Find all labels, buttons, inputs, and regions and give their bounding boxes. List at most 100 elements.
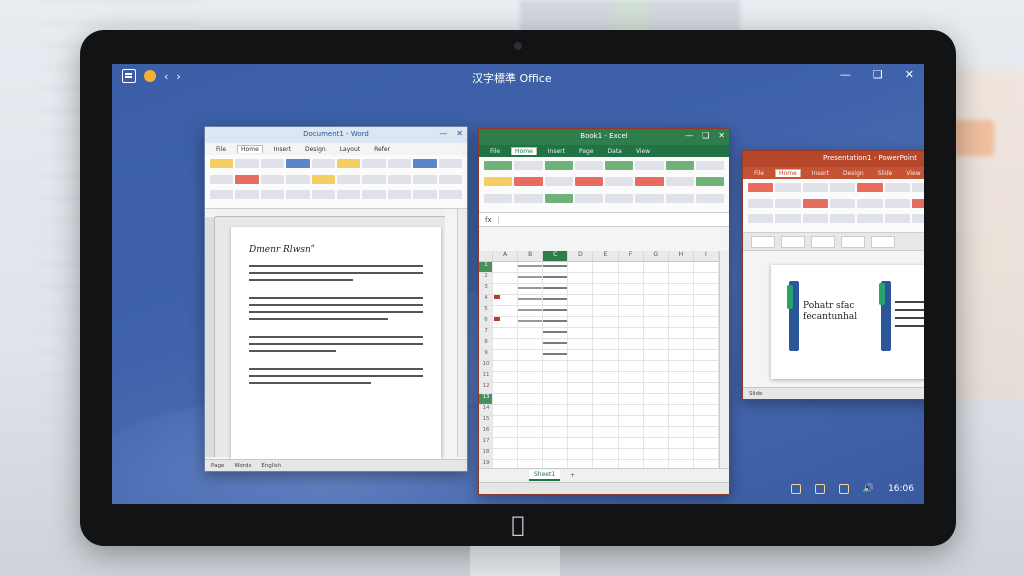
excel-tab-file[interactable]: File: [487, 148, 503, 155]
spreadsheet-cell[interactable]: [593, 372, 619, 382]
ppt-copy-icon[interactable]: [748, 214, 774, 224]
excel-paste-icon[interactable]: [484, 161, 513, 170]
excel-find-icon[interactable]: [695, 193, 724, 203]
row-header[interactable]: 3: [479, 284, 493, 294]
excel-tab-view[interactable]: View: [633, 148, 653, 155]
spreadsheet-cell[interactable]: [568, 405, 594, 415]
word-tab-insert[interactable]: Insert: [271, 146, 294, 153]
spreadsheet-cell[interactable]: [694, 383, 719, 393]
style-heading-icon[interactable]: [413, 159, 437, 168]
spreadsheet-cell[interactable]: [543, 284, 569, 294]
forward-arrow-icon[interactable]: ›: [176, 70, 180, 83]
shading-icon[interactable]: [311, 174, 335, 184]
dictate-icon[interactable]: [413, 190, 437, 200]
spreadsheet-cell[interactable]: [619, 427, 644, 437]
spreadsheet-cell[interactable]: [593, 394, 619, 404]
slide-shape[interactable]: [879, 283, 885, 305]
ppt-bullets-icon[interactable]: [857, 198, 883, 208]
excel-sort-icon[interactable]: [695, 177, 724, 187]
spreadsheet-cell[interactable]: [694, 372, 719, 382]
spreadsheet-cell[interactable]: [619, 350, 644, 360]
menu-icon[interactable]: [122, 69, 136, 83]
spreadsheet-cell[interactable]: [493, 284, 519, 294]
spreadsheet-cell[interactable]: [518, 449, 544, 459]
ppt-status-slide[interactable]: Slide: [749, 391, 762, 397]
spreadsheet-cell[interactable]: [543, 416, 569, 426]
spreadsheet-cell[interactable]: [669, 449, 694, 459]
spreadsheet-cell[interactable]: [644, 383, 669, 393]
ppt-numbering-icon[interactable]: [857, 214, 883, 224]
spreadsheet-cell[interactable]: [493, 339, 519, 349]
spreadsheet-cell[interactable]: [493, 416, 519, 426]
font-color-icon[interactable]: [235, 174, 259, 184]
excel-border-icon[interactable]: [514, 193, 543, 203]
spreadsheet-cell[interactable]: [568, 273, 594, 283]
speaker-icon[interactable]: 🔊: [863, 484, 874, 494]
spreadsheet-cell[interactable]: [493, 438, 519, 448]
spreadsheet-cell[interactable]: [644, 449, 669, 459]
spreadsheet-cell[interactable]: [493, 350, 519, 360]
excel-cells-icon[interactable]: [665, 161, 694, 170]
spreadsheet-cell[interactable]: [669, 328, 694, 338]
ppt-text-direction-icon[interactable]: [884, 198, 910, 208]
spreadsheet-cell[interactable]: [543, 405, 569, 415]
sheet-tab[interactable]: Sheet1: [529, 470, 561, 481]
ppt-shapes-icon[interactable]: [912, 183, 924, 192]
excel-titlebar[interactable]: Book1 - Excel — ❑ ✕: [479, 129, 729, 145]
spreadsheet-cell[interactable]: [543, 394, 569, 404]
row-header[interactable]: 8: [479, 339, 493, 349]
spreadsheet-cell[interactable]: [493, 427, 519, 437]
row-header[interactable]: 10: [479, 361, 493, 371]
excel-maximize-button[interactable]: ❑: [702, 131, 709, 140]
spreadsheet-cell[interactable]: [543, 372, 569, 382]
spreadsheet-cell[interactable]: [493, 372, 519, 382]
ppt-tab-design[interactable]: Design: [840, 170, 867, 177]
spreadsheet-cell[interactable]: [619, 383, 644, 393]
excel-format-icon[interactable]: [635, 161, 664, 170]
spreadsheet-cell[interactable]: [644, 328, 669, 338]
spreadsheet-cell[interactable]: [694, 449, 719, 459]
ppt-smartart-icon[interactable]: [884, 214, 910, 224]
spreadsheet-cell[interactable]: [543, 339, 569, 349]
align-icon[interactable]: [362, 159, 386, 168]
word-titlebar[interactable]: Document1 - Word — ✕: [205, 127, 467, 143]
excel-tab-home[interactable]: Home: [511, 147, 537, 155]
indent-icon[interactable]: [336, 174, 361, 184]
word-tab-layout[interactable]: Layout: [337, 146, 363, 153]
spreadsheet-cell[interactable]: [593, 339, 619, 349]
spreadsheet-cell[interactable]: [669, 317, 694, 327]
spreadsheet-cell[interactable]: [619, 262, 644, 272]
ppt-cut-icon[interactable]: [748, 198, 774, 208]
spreadsheet-cell[interactable]: [669, 372, 694, 382]
row-header[interactable]: 1: [479, 262, 493, 272]
spreadsheet-cell[interactable]: [543, 383, 569, 393]
ppt-bold-icon[interactable]: [857, 183, 883, 192]
cut-icon[interactable]: [210, 174, 234, 184]
spreadsheet-cell[interactable]: [669, 339, 694, 349]
spreadsheet-cell[interactable]: [493, 295, 519, 305]
spreadsheet-cell[interactable]: [518, 262, 544, 272]
spreadsheet-cell[interactable]: [619, 416, 644, 426]
underline-icon[interactable]: [260, 174, 285, 184]
spreadsheet-cell[interactable]: [493, 328, 519, 338]
excel-delete-icon[interactable]: [665, 193, 694, 203]
excel-bold-icon[interactable]: [544, 161, 573, 170]
row-header[interactable]: 14: [479, 405, 493, 415]
spreadsheet-cell[interactable]: [593, 306, 619, 316]
column-header[interactable]: H: [669, 251, 694, 261]
slide-bullets[interactable]: [895, 295, 924, 333]
spreadsheet-cell[interactable]: [619, 372, 644, 382]
ppt-italic-icon[interactable]: [830, 198, 856, 208]
spreadsheet-cell[interactable]: [568, 350, 594, 360]
spreadsheet-cell[interactable]: [568, 361, 594, 371]
fx-icon[interactable]: fx: [485, 216, 492, 224]
row-header[interactable]: 2: [479, 273, 493, 283]
ppt-tab-slide[interactable]: Slide: [875, 170, 896, 177]
spreadsheet-cell[interactable]: [669, 394, 694, 404]
spreadsheet-cell[interactable]: [669, 427, 694, 437]
spreadsheet-cell[interactable]: [593, 262, 619, 272]
row-header[interactable]: 13: [479, 394, 493, 404]
excel-close-button[interactable]: ✕: [718, 131, 725, 140]
slide-shape[interactable]: [787, 285, 793, 309]
spreadsheet-cell[interactable]: [694, 416, 719, 426]
